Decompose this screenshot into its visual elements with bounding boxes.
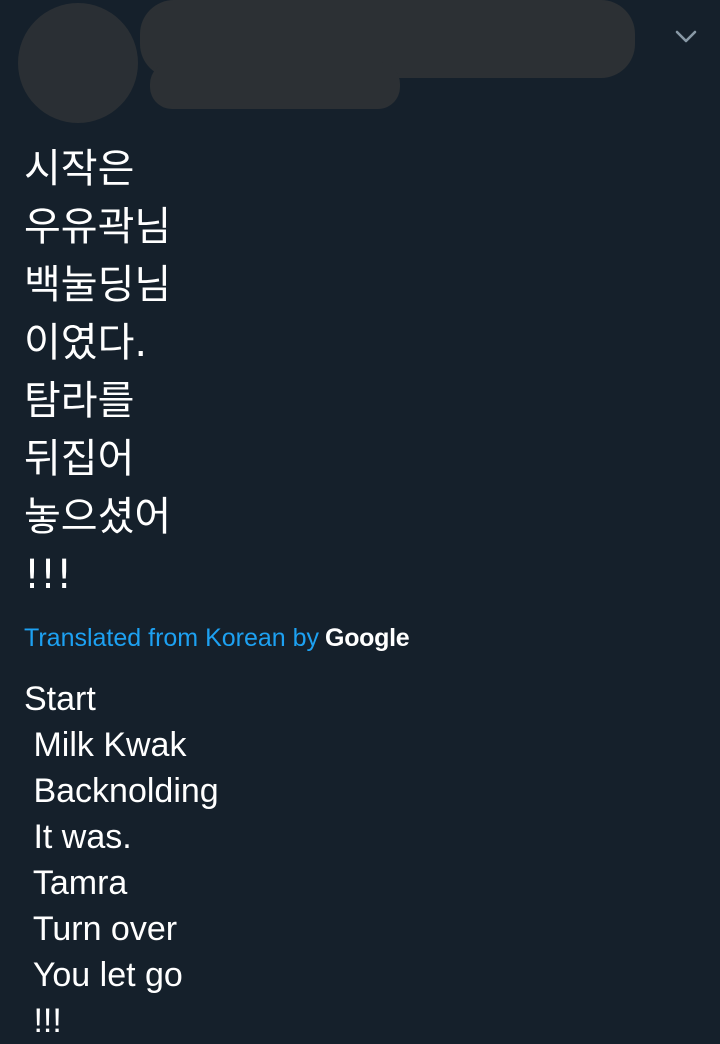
chevron-down-icon[interactable]	[672, 22, 700, 50]
translated-text-line: Start	[24, 680, 96, 718]
redacted-username	[150, 62, 400, 109]
translated-text-line: Backnolding	[24, 772, 219, 810]
tweet-text: 시작은 우유곽님 백눌딩님 이였다. 탐라를 뒤집어 놓으셨어 !!!	[24, 140, 171, 604]
translated-text-line: Tamra	[24, 864, 128, 902]
google-logo: Google	[325, 624, 410, 652]
translation-label: Translated from Korean by	[24, 624, 320, 652]
translation-attribution-link[interactable]: Translated from Korean by Google	[24, 620, 410, 656]
avatar[interactable]	[18, 3, 138, 123]
translated-text-line: !!!	[24, 1002, 62, 1040]
tweet-text-line: 백눌딩님	[24, 262, 172, 308]
tweet-text-line: !!!	[24, 552, 73, 598]
tweet-text-line: 놓으셨어	[24, 494, 172, 540]
translated-text-line: You let go	[24, 956, 183, 994]
tweet-text-line: 시작은	[24, 146, 135, 192]
tweet-text-line: 우유곽님	[24, 204, 172, 250]
tweet-text-line: 이였다.	[24, 320, 148, 366]
tweet-text-line: 탐라를	[24, 378, 135, 424]
translated-text-line: Turn over	[24, 910, 178, 948]
translated-text: Start Milk Kwak Backnolding It was. Tamr…	[24, 676, 219, 1044]
translated-text-line: Milk Kwak	[24, 726, 187, 764]
tweet-text-line: 뒤집어	[24, 436, 135, 482]
translated-text-line: It was.	[24, 818, 132, 856]
